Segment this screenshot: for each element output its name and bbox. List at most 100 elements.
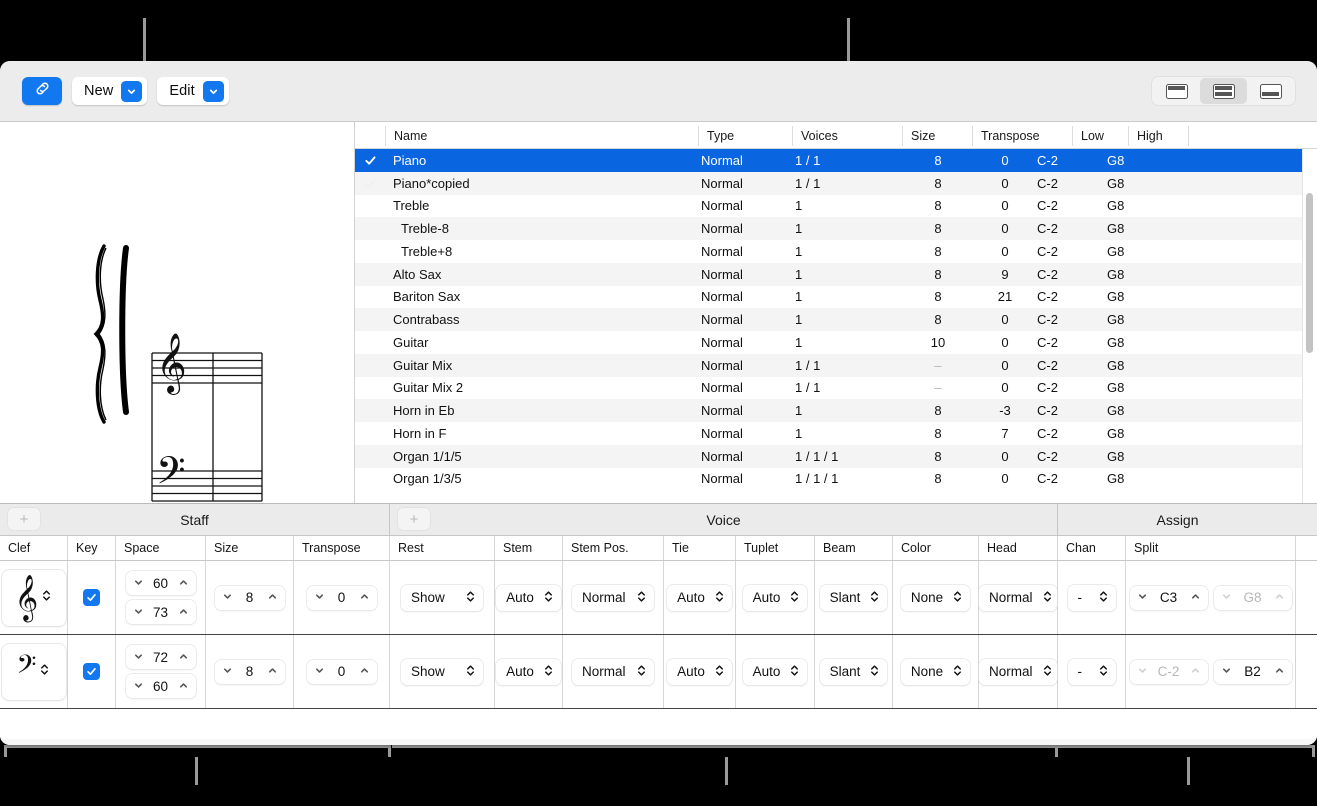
table-row[interactable]: Treble-8 Normal 1 8 0 C-2 G8 <box>355 217 1317 240</box>
color-popup[interactable]: None <box>900 584 971 611</box>
tuplet-popup[interactable]: Auto <box>742 658 808 685</box>
table-scroll-track[interactable] <box>1302 149 1317 503</box>
table-row[interactable]: Treble Normal 1 8 0 C-2 G8 <box>355 195 1317 218</box>
view-split-icon[interactable] <box>1200 78 1247 104</box>
cell-stem[interactable]: Auto <box>495 635 563 708</box>
space-bottom-stepper[interactable]: 60 <box>125 674 196 698</box>
key-checkbox[interactable] <box>83 663 100 680</box>
table-row[interactable]: Contrabass Normal 1 8 0 C-2 G8 <box>355 308 1317 331</box>
row-checkmark-icon[interactable] <box>355 445 385 468</box>
split-low-stepper-increment[interactable] <box>1190 664 1201 679</box>
table-row[interactable]: Guitar Normal 1 10 0 C-2 G8 <box>355 331 1317 354</box>
row-checkmark-icon[interactable] <box>355 263 385 286</box>
space-top-stepper-increment[interactable] <box>178 650 189 665</box>
row-checkmark-icon[interactable] <box>355 286 385 309</box>
table-row[interactable]: Horn in Eb Normal 1 8 -3 C-2 G8 <box>355 399 1317 422</box>
tuplet-popup[interactable]: Auto <box>742 584 808 611</box>
head-popup[interactable]: Normal <box>979 584 1057 611</box>
table-row[interactable]: Organ 1/3/5 Normal 1 / 1 / 1 8 0 C-2 G8 <box>355 468 1317 491</box>
table-scrollbar-thumb[interactable] <box>1306 193 1313 353</box>
column-header-high[interactable]: High <box>1129 126 1189 146</box>
rest-popup[interactable]: Show <box>401 584 483 611</box>
table-row[interactable]: Horn in F Normal 1 8 7 C-2 G8 <box>355 422 1317 445</box>
cell-clef[interactable]: 𝄞 <box>0 561 68 634</box>
table-row[interactable]: Piano Normal 1 / 1 8 0 C-2 G8 <box>355 149 1317 172</box>
transpose-stepper[interactable]: 0 <box>306 659 377 684</box>
cell-head[interactable]: Normal <box>979 561 1058 634</box>
split-low-stepper-increment[interactable] <box>1190 590 1201 605</box>
cell-tuplet[interactable]: Auto <box>736 561 815 634</box>
cell-tuplet[interactable]: Auto <box>736 635 815 708</box>
split-high-stepper-decrement[interactable] <box>1221 590 1232 605</box>
split-high-stepper[interactable]: B2 <box>1213 659 1292 684</box>
cell-chan[interactable]: - <box>1058 635 1126 708</box>
space-top-stepper[interactable]: 72 <box>125 645 196 669</box>
space-top-stepper-decrement[interactable] <box>133 576 144 591</box>
cell-beam[interactable]: Slant <box>815 561 893 634</box>
column-header-type[interactable]: Type <box>699 126 793 146</box>
key-checkbox[interactable] <box>83 589 100 606</box>
table-row[interactable]: Piano*copied Normal 1 / 1 8 0 C-2 G8 <box>355 171 1317 195</box>
split-low-stepper[interactable]: C-2 <box>1129 659 1208 684</box>
add-staff-button[interactable]: + <box>8 508 40 530</box>
cell-tie[interactable]: Auto <box>664 635 736 708</box>
transpose-stepper-decrement[interactable] <box>314 590 325 605</box>
tie-popup[interactable]: Auto <box>667 584 732 611</box>
view-mode-segmented-control[interactable] <box>1152 77 1295 105</box>
link-button[interactable] <box>22 77 62 105</box>
cell-stem-pos[interactable]: Normal <box>563 635 664 708</box>
split-high-stepper-increment[interactable] <box>1274 590 1285 605</box>
cell-rest[interactable]: Show <box>390 561 495 634</box>
split-low-stepper-decrement[interactable] <box>1137 664 1148 679</box>
cell-clef[interactable]: 𝄢 <box>0 635 68 708</box>
head-popup[interactable]: Normal <box>979 658 1057 685</box>
size-stepper-decrement[interactable] <box>222 664 233 679</box>
row-checkmark-icon[interactable] <box>355 217 385 240</box>
beam-popup[interactable]: Slant <box>819 584 888 611</box>
table-row[interactable]: Organ 1/1/5 Normal 1 / 1 / 1 8 0 C-2 G8 <box>355 444 1317 468</box>
transpose-stepper[interactable]: 0 <box>306 585 377 610</box>
cell-transpose[interactable]: 0 <box>294 561 390 634</box>
space-top-stepper-increment[interactable] <box>178 576 189 591</box>
tie-popup[interactable]: Auto <box>667 658 732 685</box>
rest-popup[interactable]: Show <box>401 658 483 685</box>
stem-pos-popup[interactable]: Normal <box>572 584 654 611</box>
updown-chevron-icon[interactable] <box>41 588 52 608</box>
cell-head[interactable]: Normal <box>979 635 1058 708</box>
row-checkmark-icon[interactable] <box>355 422 385 445</box>
space-bottom-stepper[interactable]: 73 <box>125 600 196 624</box>
cell-split[interactable]: C-2 B2 <box>1126 635 1296 708</box>
cell-transpose[interactable]: 0 <box>294 635 390 708</box>
stem-popup[interactable]: Auto <box>496 584 561 611</box>
stem-pos-popup[interactable]: Normal <box>572 658 654 685</box>
row-checkmark-icon[interactable] <box>355 377 385 400</box>
view-bottom-icon[interactable] <box>1247 78 1294 104</box>
table-row[interactable]: Treble+8 Normal 1 8 0 C-2 G8 <box>355 240 1317 263</box>
cell-color[interactable]: None <box>893 635 979 708</box>
space-bottom-stepper-decrement[interactable] <box>133 605 144 620</box>
row-checkmark-icon[interactable] <box>355 240 385 263</box>
size-stepper[interactable]: 8 <box>214 659 285 684</box>
chan-popup[interactable]: - <box>1067 658 1116 685</box>
chevron-down-icon[interactable] <box>202 80 224 102</box>
row-checkmark-icon[interactable] <box>355 331 385 354</box>
cell-key[interactable] <box>68 635 116 708</box>
split-high-stepper-increment[interactable] <box>1274 664 1285 679</box>
column-header-size[interactable]: Size <box>903 126 973 146</box>
cell-beam[interactable]: Slant <box>815 635 893 708</box>
edit-menu-button[interactable]: Edit <box>157 77 229 105</box>
transpose-stepper-increment[interactable] <box>359 590 370 605</box>
column-header-name[interactable]: Name <box>385 126 699 146</box>
cell-chan[interactable]: - <box>1058 561 1126 634</box>
updown-chevron-icon[interactable] <box>39 662 50 682</box>
row-checkmark-icon[interactable] <box>355 195 385 218</box>
cell-stem-pos[interactable]: Normal <box>563 561 664 634</box>
split-low-stepper-decrement[interactable] <box>1137 590 1148 605</box>
chan-popup[interactable]: - <box>1067 584 1116 611</box>
cell-size[interactable]: 8 <box>206 561 294 634</box>
table-row[interactable]: Alto Sax Normal 1 8 9 C-2 G8 <box>355 262 1317 286</box>
split-low-stepper[interactable]: C3 <box>1129 585 1208 610</box>
split-high-stepper[interactable]: G8 <box>1213 585 1292 610</box>
chevron-down-icon[interactable] <box>121 80 143 102</box>
color-popup[interactable]: None <box>900 658 971 685</box>
